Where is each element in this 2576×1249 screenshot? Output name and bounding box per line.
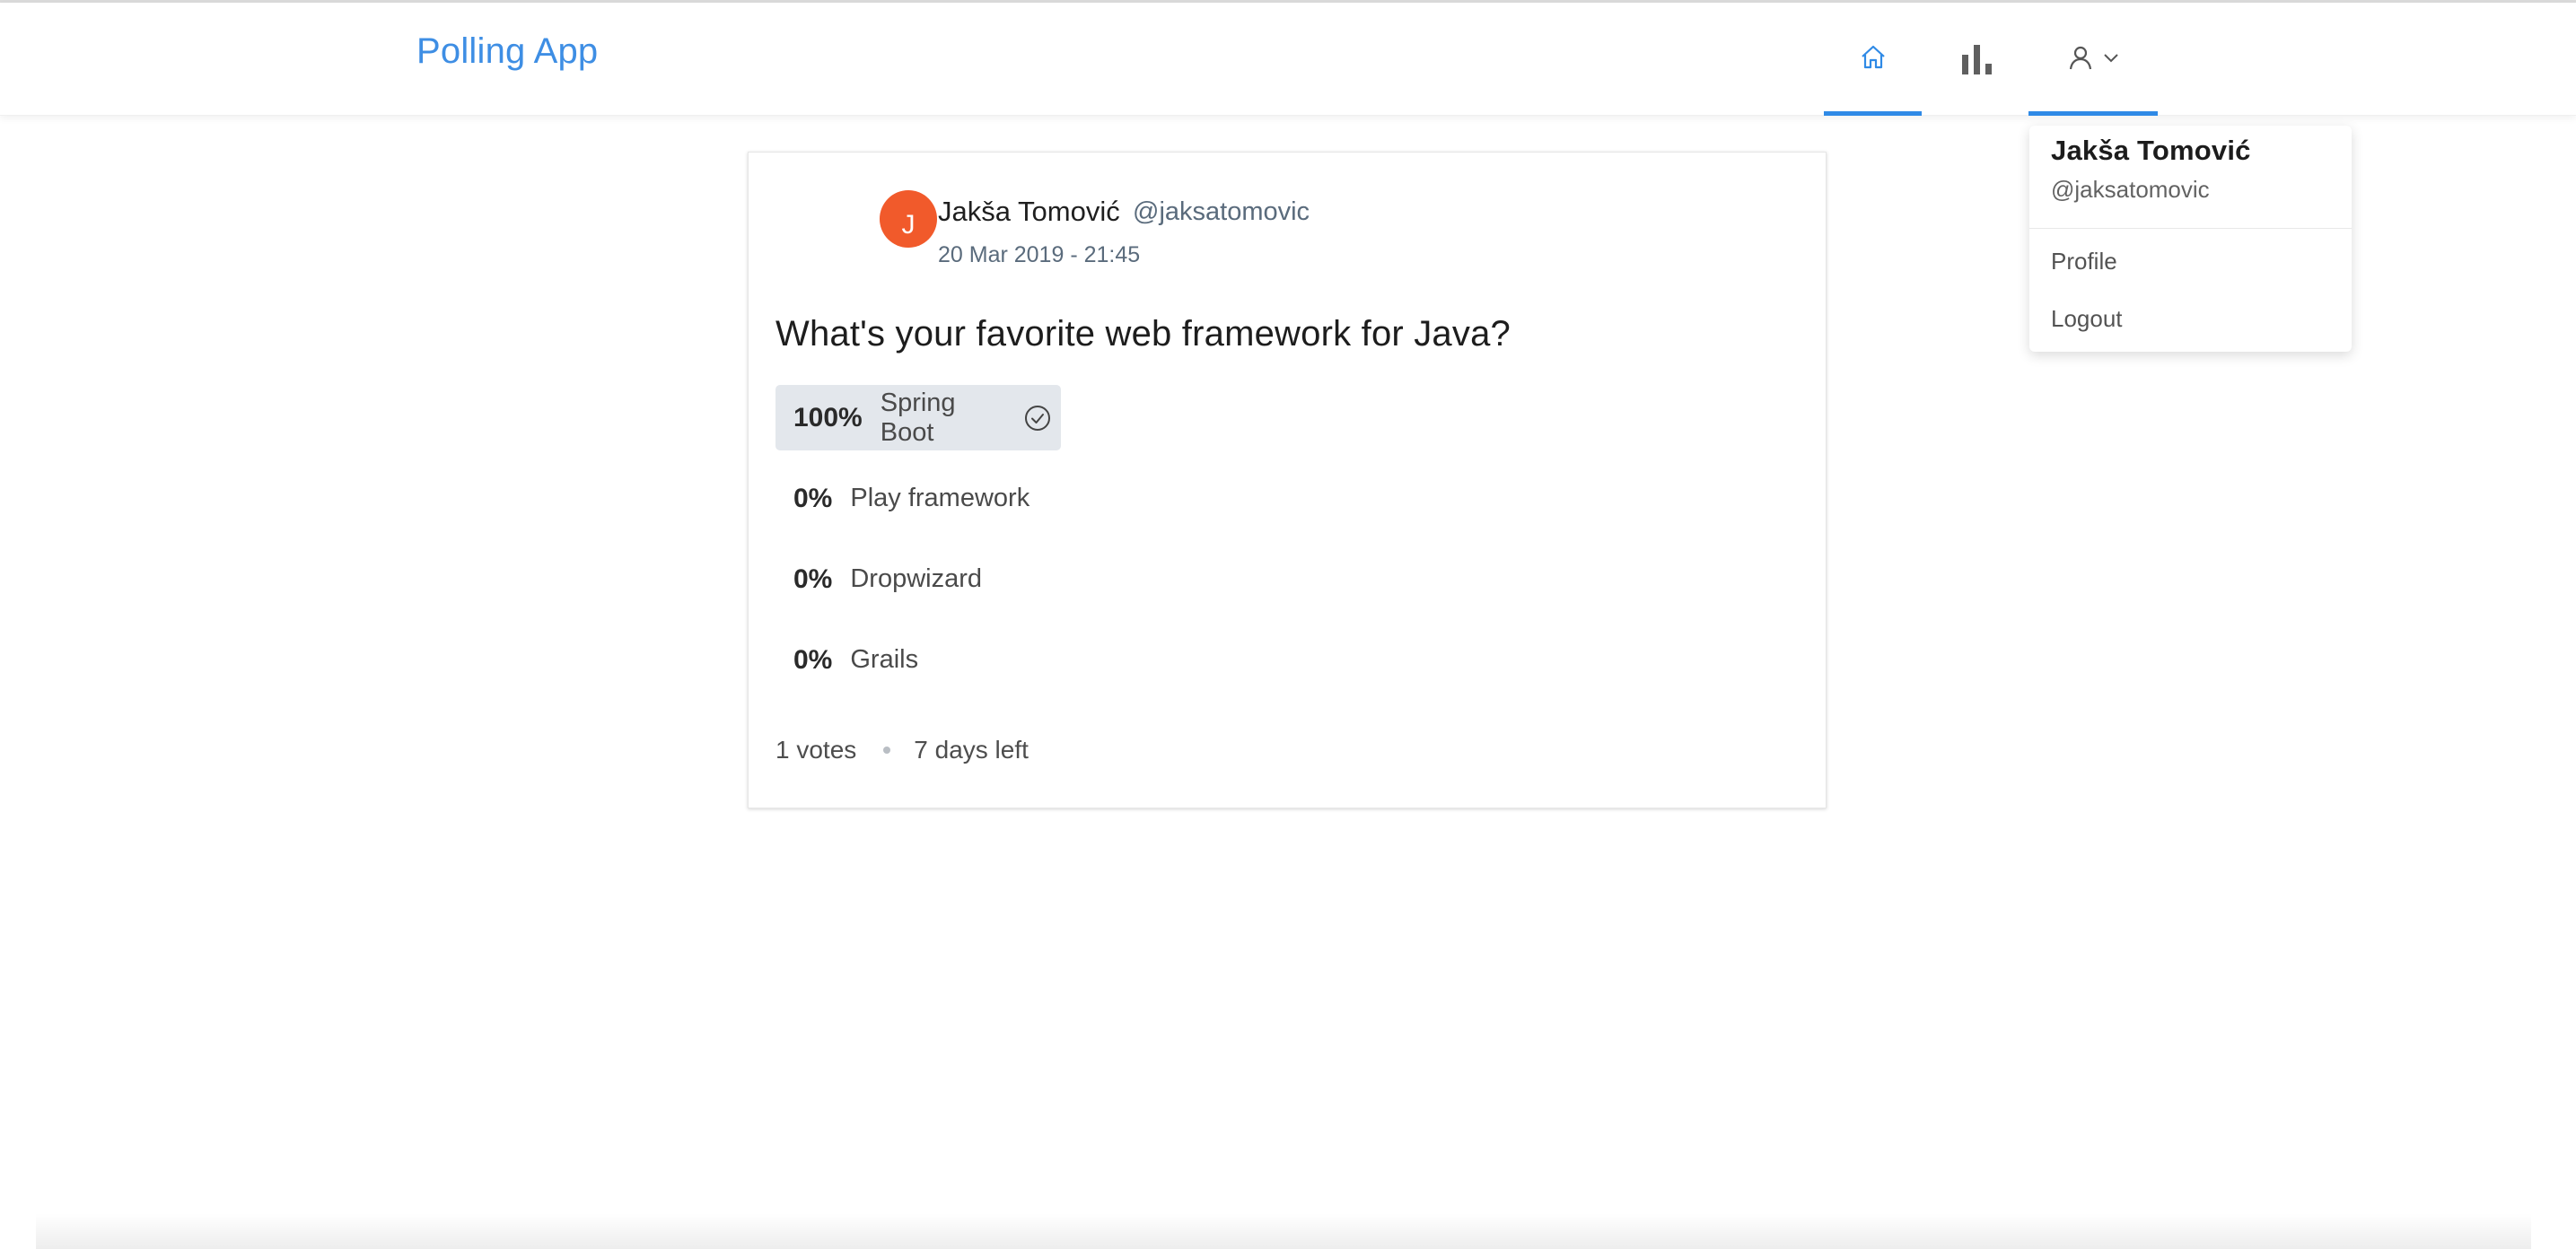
dropdown-divider (2029, 228, 2352, 229)
choice-percent: 0% (793, 483, 833, 513)
poll-choice: 0% Dropwizard (775, 546, 982, 612)
choice-percent: 0% (793, 563, 833, 594)
avatar[interactable]: J (880, 190, 937, 248)
dropdown-logout-item[interactable]: Logout (2051, 305, 2123, 333)
app-title[interactable]: Polling App (416, 31, 598, 72)
user-icon (2067, 44, 2094, 71)
choice-text: Dropwizard (850, 564, 983, 593)
nav-profile-menu[interactable] (2028, 3, 2158, 116)
poll-footer: 1 votes 7 days left (775, 736, 1029, 764)
poll-question: What's your favorite web framework for J… (775, 314, 1511, 354)
creator-name[interactable]: Jakša Tomović (938, 196, 1120, 228)
separator-dot (883, 747, 891, 754)
poll-card: J Jakša Tomović @jaksatomovic 20 Mar 201… (748, 152, 1827, 808)
creator-username: @jaksatomovic (1133, 197, 1310, 226)
profile-dropdown: Jakša Tomović @jaksatomovic Profile Logo… (2029, 126, 2352, 352)
choice-percent: 100% (793, 402, 863, 432)
dropdown-profile-item[interactable]: Profile (2051, 248, 2117, 275)
choice-text: Play framework (850, 484, 1030, 512)
nav-new-poll[interactable] (1946, 3, 2009, 116)
poll-creation-time: 20 Mar 2019 - 21:45 (938, 242, 1141, 267)
poll-choice: 0% Grails (775, 627, 918, 693)
vote-count: 1 votes (775, 736, 857, 764)
page-bottom-shadow (36, 1213, 2531, 1249)
poll-choice: 0% Play framework (775, 466, 1030, 531)
chevron-down-icon (2103, 51, 2119, 64)
nav-home[interactable] (1824, 3, 1922, 116)
check-circle-icon (1023, 404, 1052, 432)
poll-choice-selected: 100% Spring Boot (775, 385, 1061, 450)
app-header: Polling App (0, 3, 2576, 116)
dropdown-user-name: Jakša Tomović (2051, 135, 2251, 166)
home-icon (1859, 43, 1888, 72)
bar-chart-icon (1960, 42, 1994, 76)
choice-text: Spring Boot (880, 388, 956, 447)
dropdown-username: @jaksatomovic (2051, 176, 2210, 203)
time-left: 7 days left (914, 736, 1029, 764)
choice-percent: 0% (793, 644, 833, 675)
choice-text: Grails (850, 645, 919, 674)
